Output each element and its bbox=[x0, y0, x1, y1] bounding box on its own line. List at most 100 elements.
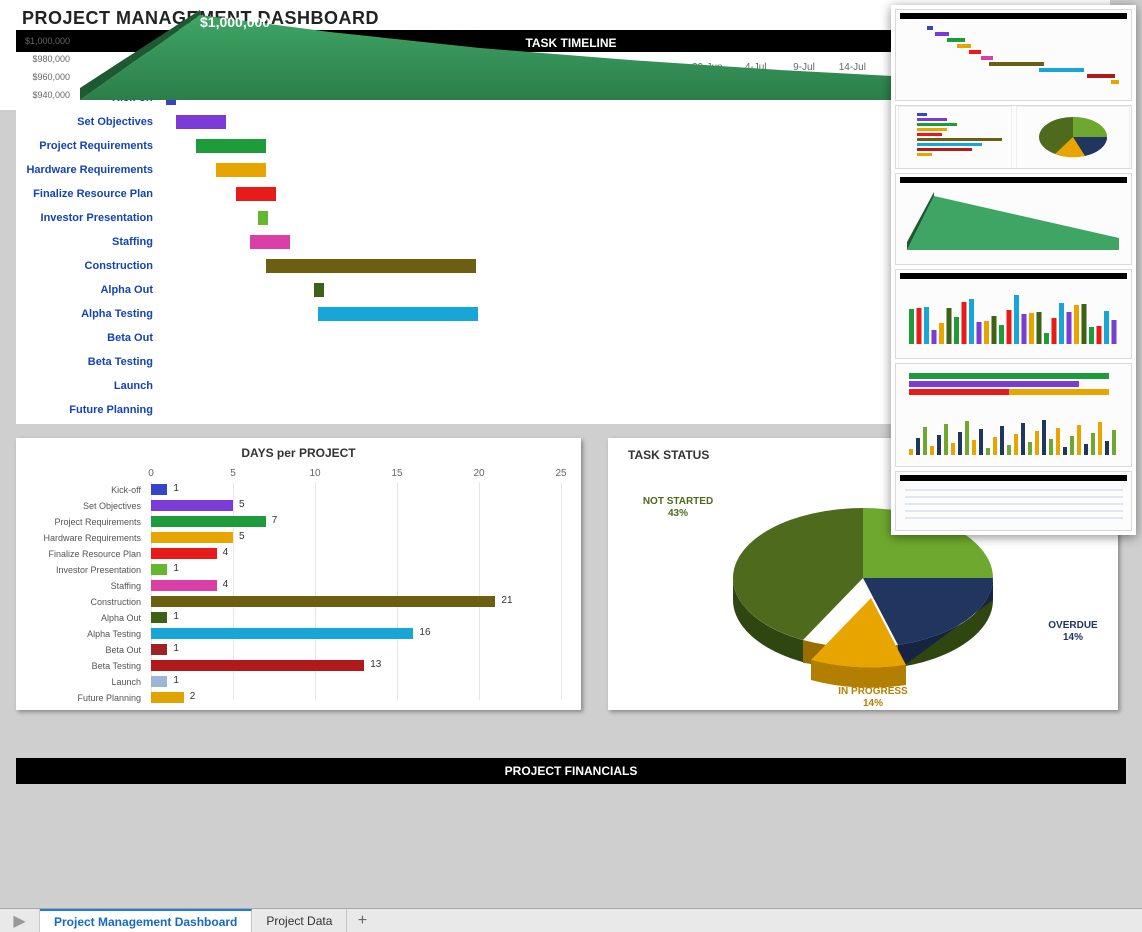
days-row-label: Staffing bbox=[16, 581, 146, 591]
gantt-row: Beta Out bbox=[16, 326, 891, 350]
tab-project-data[interactable]: Project Data bbox=[252, 909, 347, 932]
gantt-bar bbox=[250, 235, 290, 249]
days-row-label: Finalize Resource Plan bbox=[16, 549, 146, 559]
days-tick: 10 bbox=[309, 468, 320, 479]
days-value: 2 bbox=[190, 691, 196, 702]
days-bar bbox=[151, 484, 167, 495]
gantt-row: Beta Testing bbox=[16, 350, 891, 374]
financials-ylabels: $1,000,000 $980,000 $960,000 $940,000 bbox=[10, 32, 70, 104]
sheet-tabs: ▶ Project Management Dashboard Project D… bbox=[0, 908, 1142, 932]
gantt-bar bbox=[176, 115, 226, 129]
gantt-row: Investor Presentation bbox=[16, 206, 891, 230]
gantt-bar bbox=[258, 211, 268, 225]
gantt-row: Construction bbox=[16, 254, 891, 278]
days-row-label: Construction bbox=[16, 597, 146, 607]
days-row: Beta Testing13 bbox=[16, 658, 561, 674]
days-tick: 5 bbox=[230, 468, 236, 479]
days-row: Alpha Out1 bbox=[16, 610, 561, 626]
days-row: Project Requirements 7 bbox=[16, 514, 561, 530]
days-row-label: Beta Testing bbox=[16, 661, 146, 671]
days-row: Beta Out1 bbox=[16, 642, 561, 658]
gantt-row: Staffing bbox=[16, 230, 891, 254]
gantt-task-label: Hardware Requirements bbox=[16, 164, 161, 176]
days-tick: 0 bbox=[148, 468, 154, 479]
gantt-row: Set Objectives bbox=[16, 110, 891, 134]
gantt-task-label: Construction bbox=[16, 260, 161, 272]
days-value: 5 bbox=[239, 499, 245, 510]
days-row: Finalize Resource Plan 4 bbox=[16, 546, 561, 562]
financials-peak-label: $1,000,000 bbox=[200, 14, 270, 30]
days-bar bbox=[151, 660, 364, 671]
gantt-row: Alpha Testing bbox=[16, 302, 891, 326]
days-value: 1 bbox=[173, 563, 179, 574]
gantt-bar bbox=[196, 139, 266, 153]
days-row-label: Launch bbox=[16, 677, 146, 687]
gantt-task-label: Investor Presentation bbox=[16, 212, 161, 224]
gantt-row: Hardware Requirements bbox=[16, 158, 891, 182]
days-bar bbox=[151, 628, 413, 639]
gantt-row: Project Requirements bbox=[16, 134, 891, 158]
gantt-task-label: Beta Out bbox=[16, 332, 161, 344]
days-bar bbox=[151, 644, 167, 655]
days-value: 1 bbox=[173, 483, 179, 494]
thumb-multicolor-bars[interactable] bbox=[895, 269, 1132, 359]
days-row: Future Planning 2 bbox=[16, 690, 561, 706]
gantt-row: Finalize Resource Plan bbox=[16, 182, 891, 206]
days-row-label: Kick-off bbox=[16, 485, 146, 495]
gantt-rows: Kick-offSet ObjectivesProject Requiremen… bbox=[16, 86, 891, 422]
days-row-label: Alpha Testing bbox=[16, 629, 146, 639]
gantt-bar bbox=[318, 307, 478, 321]
add-sheet-button[interactable]: + bbox=[347, 909, 377, 932]
gantt-task-label: Launch bbox=[16, 380, 161, 392]
days-bar bbox=[151, 596, 495, 607]
thumb-stacked-and-bars[interactable] bbox=[895, 363, 1132, 467]
days-bar bbox=[151, 564, 167, 575]
gantt-row: Future Planning bbox=[16, 398, 891, 422]
days-row: Alpha Testing16 bbox=[16, 626, 561, 642]
project-financials-band: PROJECT FINANCIALS bbox=[16, 758, 1126, 784]
gantt-row: Launch bbox=[16, 374, 891, 398]
days-row-label: Set Objectives bbox=[16, 501, 146, 511]
days-bar bbox=[151, 676, 167, 687]
days-row-label: Investor Presentation bbox=[16, 565, 146, 575]
days-row-label: Beta Out bbox=[16, 645, 146, 655]
thumb-financials[interactable] bbox=[895, 173, 1132, 265]
days-bar bbox=[151, 612, 167, 623]
days-value: 7 bbox=[272, 515, 278, 526]
days-row: Launch 1 bbox=[16, 674, 561, 690]
days-value: 21 bbox=[501, 595, 512, 606]
days-value: 4 bbox=[223, 579, 229, 590]
days-tick: 15 bbox=[391, 468, 402, 479]
gantt-task-label: Beta Testing bbox=[16, 356, 161, 368]
pie-label-not-started: NOT STARTED43% bbox=[633, 496, 723, 520]
tab-project-management-dashboard[interactable]: Project Management Dashboard bbox=[40, 909, 252, 932]
days-tick: 20 bbox=[473, 468, 484, 479]
days-bar bbox=[151, 500, 233, 511]
days-value: 1 bbox=[173, 675, 179, 686]
gantt-task-label: Project Requirements bbox=[16, 140, 161, 152]
gantt-bar bbox=[236, 187, 276, 201]
days-row-label: Alpha Out bbox=[16, 613, 146, 623]
days-row-label: Hardware Requirements bbox=[16, 533, 146, 543]
days-value: 4 bbox=[223, 547, 229, 558]
days-rows: Kick-off1Set Objectives5Project Requirem… bbox=[16, 482, 561, 706]
pie-label-overdue: OVERDUE14% bbox=[1038, 620, 1108, 644]
gantt-task-label: Future Planning bbox=[16, 404, 161, 416]
thumb-table[interactable] bbox=[895, 471, 1132, 531]
sheet-scroll-icon[interactable]: ▶ bbox=[0, 909, 40, 932]
gantt-panel: 5-May10-May15-May20-May25-May30-May4-Jun… bbox=[16, 52, 891, 424]
days-row-label: Project Requirements bbox=[16, 517, 146, 527]
dashboard-thumbnail-strip[interactable] bbox=[891, 5, 1136, 535]
days-row-label: Future Planning bbox=[16, 693, 146, 703]
days-row: Set Objectives 5 bbox=[16, 498, 561, 514]
days-tick: 25 bbox=[555, 468, 566, 479]
gantt-bar bbox=[216, 163, 266, 177]
thumb-days-and-pie[interactable] bbox=[895, 105, 1132, 169]
days-value: 5 bbox=[239, 531, 245, 542]
thumb-timeline[interactable] bbox=[895, 9, 1132, 101]
days-per-project-panel: DAYS per PROJECT 0510152025 Kick-off1Set… bbox=[16, 438, 581, 710]
days-chart-title: DAYS per PROJECT bbox=[16, 438, 581, 460]
days-row: Staffing 4 bbox=[16, 578, 561, 594]
days-row: Investor Presentation 1 bbox=[16, 562, 561, 578]
days-bar bbox=[151, 580, 217, 591]
